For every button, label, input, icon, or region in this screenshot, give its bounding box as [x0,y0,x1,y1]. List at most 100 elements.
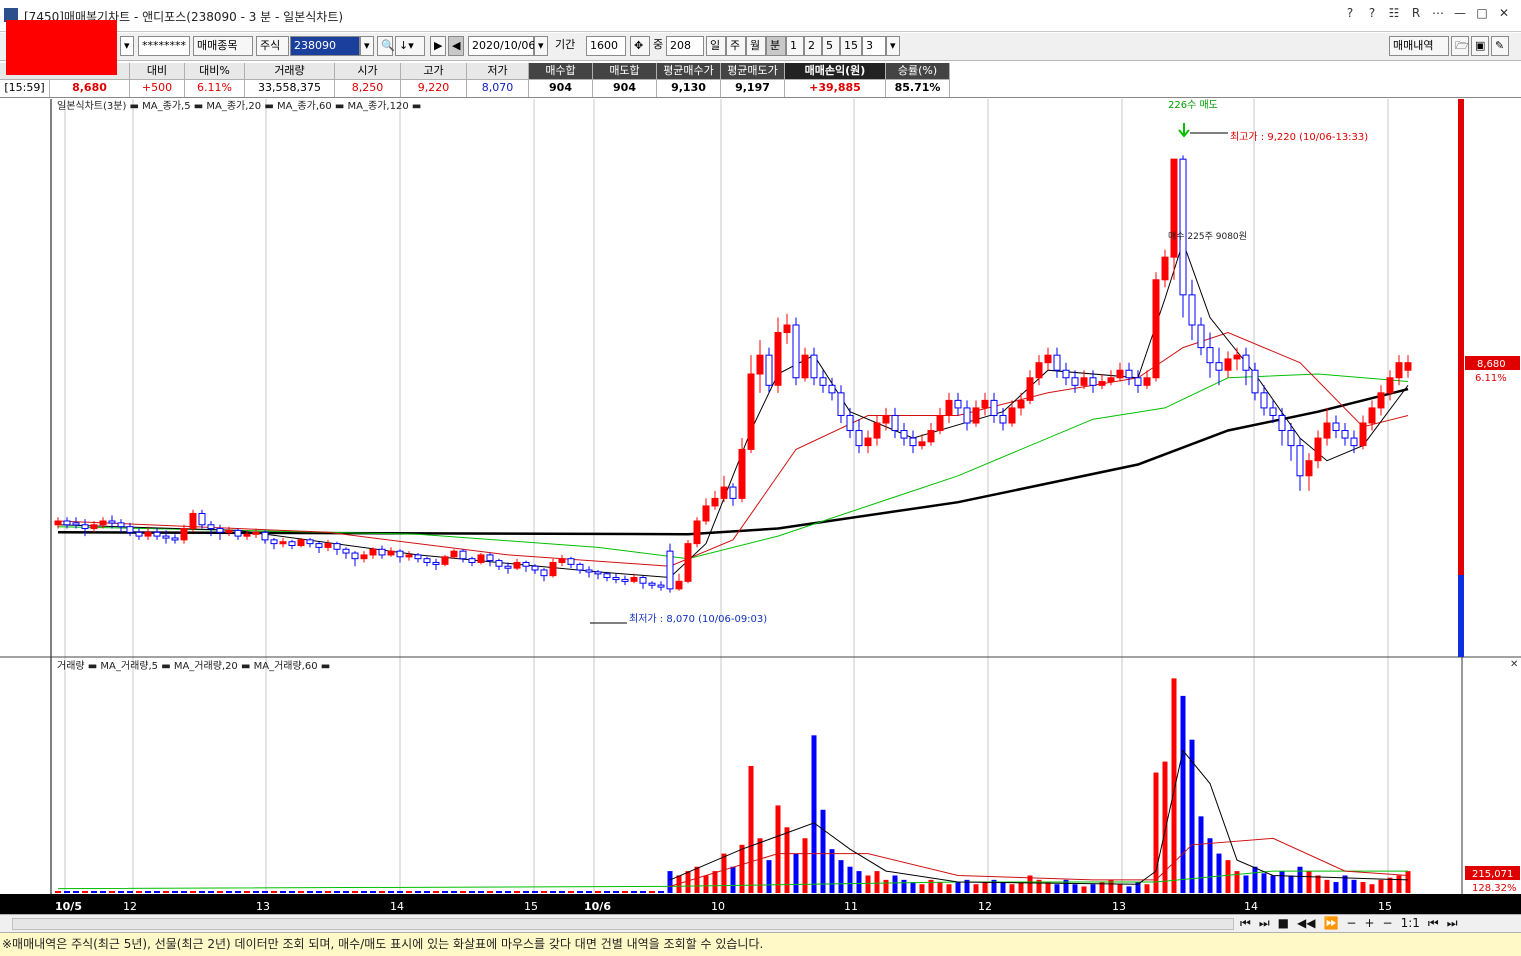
quote-low: 8,070 [467,80,529,97]
candle-body [261,531,269,541]
layout-icon[interactable]: ☷ [1387,6,1401,20]
volume-bar [73,891,79,893]
help-icon[interactable]: ? [1343,6,1357,20]
volume-bar [91,891,97,893]
volume-bar [154,891,160,893]
candle-body [1143,377,1151,386]
candle-body [153,531,161,537]
date-input[interactable]: 2020/10/06 [468,36,535,56]
candle-body [99,520,107,526]
candle-body [270,539,278,545]
close-button[interactable]: ✕ [1497,6,1511,20]
r-icon[interactable]: R [1409,6,1423,20]
back-icon[interactable]: ◀ [448,36,464,56]
volume-bar [883,879,889,893]
volume-bar [82,891,88,893]
volume-bar [1315,875,1321,893]
volume-bar [280,891,286,893]
candle-body [1044,354,1052,364]
settings-icon[interactable]: ✎ [1491,36,1509,56]
candle-body [1089,377,1097,386]
panel-close-icon[interactable]: ✕ [1510,659,1518,670]
nav-start-icon[interactable]: ⏮ [1428,916,1439,931]
buy-marker-label: 매수 225주 9080원 [1168,231,1247,242]
tf-week[interactable]: 주 [726,36,746,56]
quote-price: 8,680 [50,80,130,97]
tf-2[interactable]: 2 [804,36,822,56]
tf-dropdown-icon[interactable]: ▾ [886,36,900,56]
nav-stop-icon[interactable]: ■ [1278,916,1289,931]
folder-icon[interactable]: 🗁 [1451,36,1469,56]
tf-5[interactable]: 5 [822,36,840,56]
volume-bar [829,849,835,893]
volume-bar [721,853,727,893]
candle-body [162,535,170,539]
candle-body [234,529,242,537]
candle-body [1269,407,1277,416]
tf-month[interactable]: 월 [746,36,766,56]
nav-rewind-icon[interactable]: ◀◀ [1297,916,1315,931]
nav-forward-icon[interactable]: ⏩ [1323,916,1338,931]
candle-body [540,569,548,577]
minimize-button[interactable]: — [1453,6,1467,20]
market-select[interactable]: 주식 [256,36,289,56]
nav-last-icon[interactable]: ⏭ [1259,916,1270,931]
chart-scrollbar[interactable] [12,918,1234,930]
zoom-in-icon[interactable]: + [1364,916,1374,931]
volume-bar [145,891,151,893]
tf-day[interactable]: 일 [706,36,726,56]
tf-custom[interactable]: 3 [862,36,886,56]
question-icon[interactable]: ? [1365,6,1379,20]
candle-body [936,414,944,432]
sort-icon[interactable]: ↓▾ [395,36,425,56]
volume-bar [379,891,385,893]
chart-area[interactable]: 일본식차트(3분) ▬ MA_종가,5 ▬ MA_종가,20 ▬ MA_종가,6… [0,99,1521,914]
candle-body [288,541,296,547]
candle-body [216,528,224,533]
account-dropdown-icon[interactable]: ▾ [120,36,134,56]
candle-body [423,558,431,563]
volume-bar [784,827,790,893]
search-icon[interactable]: 🔍 [377,36,395,56]
zoom-minus-icon[interactable]: − [1383,916,1393,931]
zoom-out-icon[interactable]: − [1346,916,1356,931]
trade-items-button[interactable]: 매매종목 [193,36,253,56]
save-icon[interactable]: ▣ [1471,36,1489,56]
volume-bar [910,882,916,893]
trade-history-button[interactable]: 매매내역 [1389,36,1449,56]
status-bar: ※매매내역은 주식(최근 5년), 선물(최근 2년) 데이터만 조회 되며, … [0,932,1521,956]
crosshair-icon[interactable]: ✥ [630,36,650,56]
password-field[interactable]: ******** [138,36,190,56]
candle-body [1035,362,1043,379]
candle-body [1008,407,1016,424]
period-input[interactable]: 1600 [586,36,626,56]
play-icon[interactable]: ▶ [430,36,446,56]
volume-bar [442,891,448,893]
nav-end-icon[interactable]: ⏭ [1447,916,1458,931]
price-side-bar [1458,99,1464,575]
candle-body [882,414,890,424]
tf-15[interactable]: 15 [840,36,862,56]
volume-bar [595,891,601,893]
volume-bar [307,891,313,893]
candle-body [333,543,341,550]
count-input[interactable]: 208 [666,36,704,56]
tf-minute[interactable]: 분 [766,36,786,56]
quote-bar: 대비 대비% 거래량 시가 고가 저가 매수합 매도합 평균매수가 평균매도가 … [0,62,1521,98]
candle-body [1062,369,1070,379]
more-icon[interactable]: ⋯ [1431,6,1445,20]
volume-bar [1189,739,1195,893]
volume-bar [451,891,457,893]
candle-body [342,548,350,554]
stock-code-input[interactable]: 238090 [290,36,360,56]
tf-1[interactable]: 1 [786,36,804,56]
maximize-button[interactable]: □ [1475,6,1489,20]
price-legend: 일본식차트(3분) ▬ MA_종가,5 ▬ MA_종가,20 ▬ MA_종가,6… [57,100,421,112]
nav-first-icon[interactable]: ⏮ [1240,916,1251,931]
code-dropdown-icon[interactable]: ▾ [360,36,374,56]
date-dropdown-icon[interactable]: ▾ [534,36,548,56]
volume-bar [325,891,331,893]
volume-bar [730,866,736,893]
candle-body [225,529,233,533]
zoom-ratio[interactable]: 1:1 [1401,916,1420,931]
